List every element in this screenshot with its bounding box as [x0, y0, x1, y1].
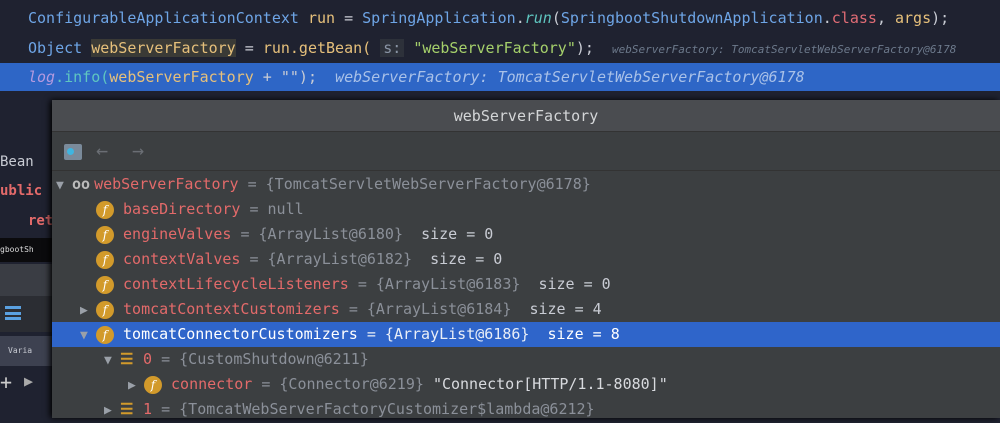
tree-row[interactable]: ▼ oo webServerFactory = {TomcatServletWebS…: [52, 172, 1000, 197]
add-icon[interactable]: +: [0, 370, 20, 394]
inline-value-hint: webServerFactory: TomcatServletWebServer…: [612, 43, 957, 56]
tree-row[interactable]: ▼ ☰ 0 = {CustomShutdown@6211}: [52, 347, 1000, 372]
variables-tab[interactable]: Varia: [0, 336, 52, 366]
tree-row[interactable]: ▶ ☰ 1 = {TomcatWebServerFactoryCustomizer…: [52, 397, 1000, 422]
list-icon: ☰: [120, 400, 134, 418]
evaluate-popup: webServerFactory ← → ▼ oo webServerFactory…: [52, 100, 1000, 418]
tree-row[interactable]: f contextLifecycleListeners = {ArrayList…: [52, 272, 1000, 297]
variable-tree: ▼ oo webServerFactory = {TomcatServletWebS…: [52, 172, 1000, 418]
list-icon[interactable]: [5, 306, 21, 320]
debug-tab[interactable]: gbootSh: [0, 238, 52, 262]
field-icon: f: [144, 375, 162, 394]
code-line-3-current[interactable]: log.info(webServerFactory + ""); webServ…: [0, 63, 1000, 91]
field-icon: f: [96, 325, 114, 344]
field-icon: f: [96, 300, 114, 319]
watch-add-icon[interactable]: [64, 144, 82, 160]
expand-toggle-icon[interactable]: ▶: [128, 373, 144, 398]
tree-row[interactable]: f engineValves = {ArrayList@6180} size =…: [52, 222, 1000, 247]
field-icon: f: [96, 275, 114, 294]
keyword-text: ublic: [0, 183, 43, 199]
expand-arrow-icon[interactable]: ▶: [24, 372, 44, 390]
field-icon: f: [96, 200, 114, 219]
forward-arrow-icon[interactable]: →: [132, 138, 144, 162]
tree-row[interactable]: f contextValves = {ArrayList@6182} size …: [52, 247, 1000, 272]
parameter-hint: s:: [380, 39, 405, 57]
annotation-text: Bean: [0, 154, 34, 170]
field-icon: f: [96, 250, 114, 269]
frames-toolbar: [0, 296, 52, 332]
code-line-2[interactable]: Object webServerFactory = run.getBean( s…: [0, 34, 1000, 62]
expand-toggle-icon[interactable]: ▶: [104, 398, 120, 423]
popup-toolbar: ← →: [52, 132, 1000, 171]
tree-row[interactable]: ▶ f connector = {Connector@6219} "Connect…: [52, 372, 1000, 397]
expand-toggle-icon[interactable]: ▶: [80, 298, 96, 323]
tree-row[interactable]: ▶ f tomcatContextCustomizers = {ArrayList…: [52, 297, 1000, 322]
list-icon: ☰: [120, 350, 134, 368]
code-line-1[interactable]: ConfigurableApplicationContext run = Spr…: [0, 4, 1000, 32]
tree-row[interactable]: ▼ f tomcatConnectorCustomizers = {ArrayLi…: [52, 322, 1000, 347]
field-icon: f: [96, 225, 114, 244]
back-arrow-icon[interactable]: ←: [96, 138, 108, 162]
inline-value-hint: webServerFactory: TomcatServletWebServer…: [335, 68, 805, 86]
tree-row[interactable]: f baseDirectory = null: [52, 197, 1000, 222]
expand-toggle-icon[interactable]: ▼: [80, 323, 96, 348]
watch-icon: oo: [72, 175, 91, 193]
popup-title: webServerFactory: [52, 100, 1000, 132]
toolbar-strip: [0, 264, 52, 296]
keyword-text: ret: [28, 213, 54, 229]
expand-toggle-icon[interactable]: ▼: [56, 173, 72, 198]
expand-toggle-icon[interactable]: ▼: [104, 348, 120, 373]
